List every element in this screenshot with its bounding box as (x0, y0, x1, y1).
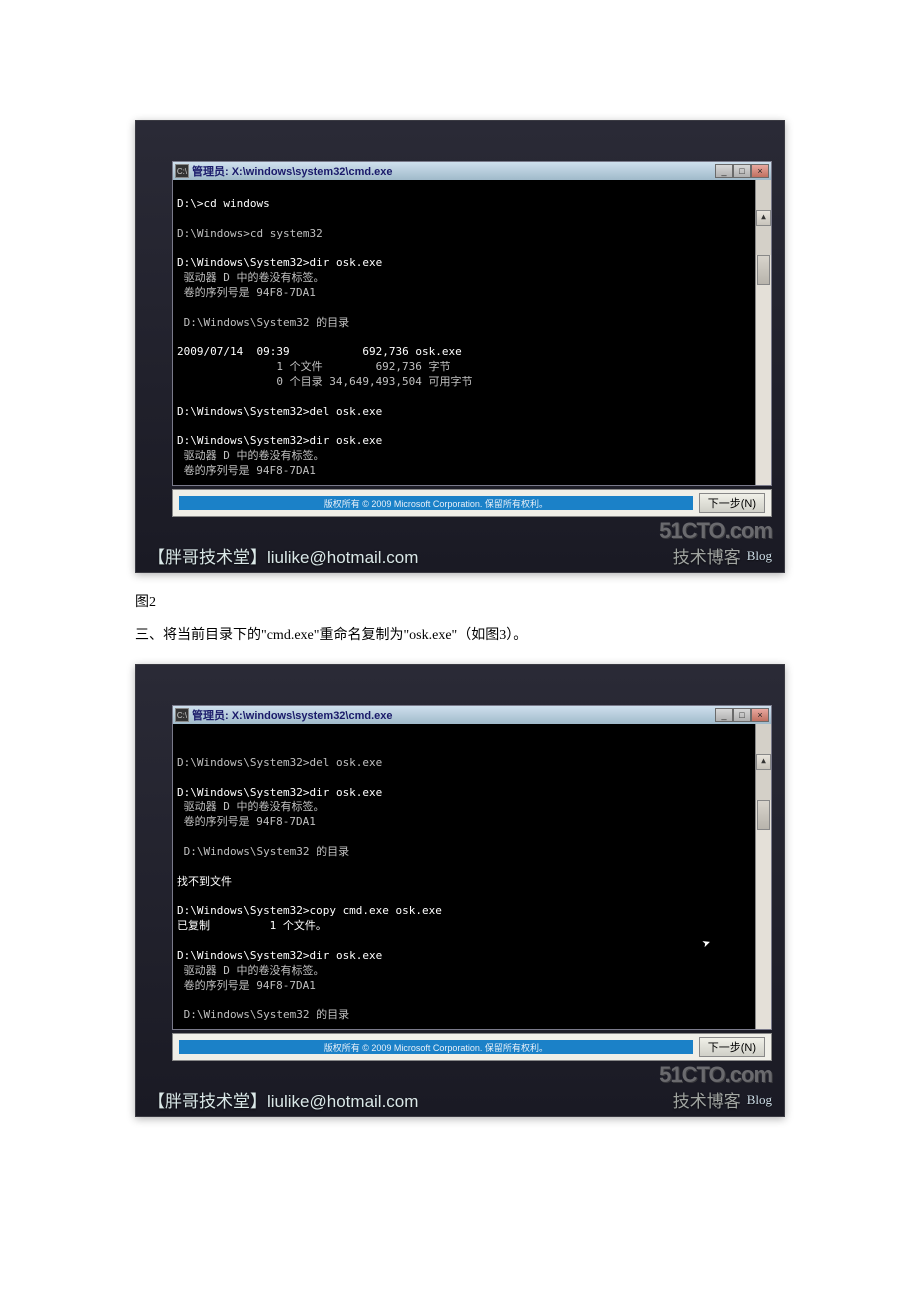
paragraph: 三、将当前目录下的"cmd.exe"重命名复制为"osk.exe"（如图3）。 (135, 623, 785, 648)
figure-caption: 图2 (135, 591, 785, 611)
console-line: D:\Windows\System32>dir osk.exe (177, 949, 382, 962)
cmd-icon: C:\ (175, 164, 189, 178)
maximize-button[interactable]: □ (733, 708, 751, 722)
minimize-button[interactable]: _ (715, 708, 733, 722)
screenshot-figure-2: C:\ 管理员: X:\windows\system32\cmd.exe _ □… (135, 120, 785, 573)
console-line: D:\Windows\System32 的目录 (177, 1008, 349, 1021)
wizard-footer: 版权所有 © 2009 Microsoft Corporation. 保留所有权… (172, 1033, 772, 1061)
scroll-thumb[interactable] (757, 255, 770, 285)
titlebar-buttons: _ □ × (715, 708, 769, 722)
console-line: D:\>cd windows (177, 197, 270, 210)
console-line: 驱动器 D 中的卷没有标签。 (177, 449, 325, 462)
titlebar: C:\ 管理员: X:\windows\system32\cmd.exe _ □… (173, 706, 771, 724)
watermark-right: 技术博客 (673, 1087, 741, 1112)
console-line: D:\Windows\System32 的目录 (177, 316, 349, 329)
console-line: 卷的序列号是 94F8-7DA1 (177, 815, 316, 828)
console-line: D:\Windows\System32>copy cmd.exe osk.exe (177, 904, 442, 917)
window-title: 管理员: X:\windows\system32\cmd.exe (192, 163, 715, 179)
scroll-track[interactable] (756, 800, 771, 1030)
console-line: 驱动器 D 中的卷没有标签。 (177, 271, 325, 284)
console-line: 卷的序列号是 94F8-7DA1 (177, 464, 316, 477)
console-line: 驱动器 D 中的卷没有标签。 (177, 964, 325, 977)
scroll-up-icon[interactable]: ▲ (756, 754, 771, 770)
next-button[interactable]: 下一步(N) (699, 493, 765, 513)
cmd-window: C:\ 管理员: X:\windows\system32\cmd.exe _ □… (172, 161, 772, 486)
watermark-title: 【胖哥技术堂】liulike@hotmail.com (148, 543, 673, 568)
scroll-up-icon[interactable]: ▲ (756, 210, 771, 226)
console-body[interactable]: D:\Windows\System32>del osk.exe D:\Windo… (173, 724, 771, 1029)
next-button[interactable]: 下一步(N) (699, 1037, 765, 1057)
console-line: D:\Windows\System32>dir osk.exe (177, 786, 382, 799)
console-line: D:\Windows>cd system32 (177, 227, 323, 240)
watermark-logo: 51CTO.com (659, 518, 772, 544)
watermark-bottom: 【胖哥技术堂】liulike@hotmail.com 技术博客 Blog (136, 543, 784, 568)
minimize-button[interactable]: _ (715, 164, 733, 178)
scroll-track[interactable] (756, 255, 771, 485)
watermark-logo: 51CTO.com (659, 1062, 772, 1088)
vertical-scrollbar[interactable]: ▲ ▼ (755, 724, 771, 1029)
watermark-right: 技术博客 (673, 543, 741, 568)
titlebar-buttons: _ □ × (715, 164, 769, 178)
scroll-thumb[interactable] (757, 800, 770, 830)
console-line: D:\Windows\System32>del osk.exe (177, 405, 382, 418)
screenshot-figure-3: C:\ 管理员: X:\windows\system32\cmd.exe _ □… (135, 664, 785, 1117)
console-line: 2009/07/14 09:39 692,736 osk.exe (177, 345, 462, 358)
maximize-button[interactable]: □ (733, 164, 751, 178)
watermark-blog: Blog (747, 548, 772, 564)
vertical-scrollbar[interactable]: ▲ ▼ (755, 180, 771, 485)
close-button[interactable]: × (751, 708, 769, 722)
window-title: 管理员: X:\windows\system32\cmd.exe (192, 707, 715, 723)
console-line: D:\Windows\System32>dir osk.exe (177, 256, 382, 269)
wizard-footer: 版权所有 © 2009 Microsoft Corporation. 保留所有权… (172, 489, 772, 517)
console-body[interactable]: D:\>cd windows D:\Windows>cd system32 D:… (173, 180, 771, 485)
console-line: D:\Windows\System32>del osk.exe (177, 756, 382, 769)
close-button[interactable]: × (751, 164, 769, 178)
copyright-text: 版权所有 © 2009 Microsoft Corporation. 保留所有权… (179, 1040, 693, 1054)
console-line: 卷的序列号是 94F8-7DA1 (177, 286, 316, 299)
console-line: D:\Windows\System32>dir osk.exe (177, 434, 382, 447)
console-line: 0 个目录 34,649,493,504 可用字节 (177, 375, 473, 388)
console-line: 卷的序列号是 94F8-7DA1 (177, 979, 316, 992)
console-line: 找不到文件 (177, 875, 232, 888)
console-line: 驱动器 D 中的卷没有标签。 (177, 800, 325, 813)
cmd-window: C:\ 管理员: X:\windows\system32\cmd.exe _ □… (172, 705, 772, 1030)
watermark-bottom: 【胖哥技术堂】liulike@hotmail.com 技术博客 Blog (136, 1087, 784, 1112)
console-line: 1 个文件 692,736 字节 (177, 360, 451, 373)
cmd-icon: C:\ (175, 708, 189, 722)
watermark-title: 【胖哥技术堂】liulike@hotmail.com (148, 1087, 673, 1112)
console-line: D:\Windows\System32 的目录 (177, 845, 349, 858)
copyright-text: 版权所有 © 2009 Microsoft Corporation. 保留所有权… (179, 496, 693, 510)
titlebar: C:\ 管理员: X:\windows\system32\cmd.exe _ □… (173, 162, 771, 180)
console-line: 已复制 1 个文件。 (177, 919, 327, 932)
watermark-blog: Blog (747, 1092, 772, 1108)
